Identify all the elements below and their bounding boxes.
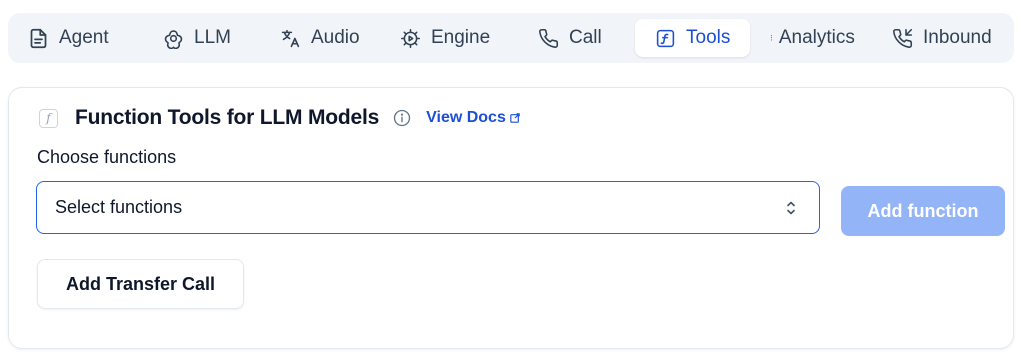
function-icon <box>656 29 675 47</box>
tab-label: Agent <box>59 27 109 48</box>
choose-functions-label: Choose functions <box>37 147 177 167</box>
engine-icon <box>400 28 421 48</box>
functions-select[interactable]: Select functions <box>36 181 820 234</box>
select-placeholder: Select functions <box>55 197 183 217</box>
add-function-button[interactable]: Add function <box>841 186 1005 236</box>
document-icon <box>30 28 47 48</box>
tab-label: LLM <box>194 27 231 48</box>
card-title: Function Tools for LLM Models <box>75 106 380 129</box>
tab-label: Engine <box>431 27 491 48</box>
function-icon: f <box>39 108 58 128</box>
external-link-icon <box>510 113 520 123</box>
phone-icon <box>539 28 559 48</box>
tab-engine[interactable]: Engine <box>400 19 490 57</box>
tab-audio[interactable]: Audio <box>280 19 360 57</box>
tab-call[interactable]: Call <box>538 19 602 57</box>
tab-bar: Agent LLM Audio Engine Call Tools ⁝ Anal… <box>8 13 1014 63</box>
function-tools-card: f Function Tools for LLM Models View Doc… <box>8 87 1014 349</box>
tab-label: Tools <box>686 27 731 48</box>
analytics-icon: ⁝ <box>770 32 773 43</box>
card-header: f Function Tools for LLM Models View Doc… <box>39 104 520 132</box>
tab-agent[interactable]: Agent <box>28 19 109 57</box>
tab-label: Analytics <box>778 27 855 48</box>
openai-icon <box>164 29 183 49</box>
tab-llm[interactable]: LLM <box>163 19 231 57</box>
translate-icon <box>281 29 300 47</box>
tab-tools[interactable]: Tools <box>635 19 751 57</box>
phone-incoming-icon <box>893 28 913 48</box>
chevron-up-down-icon <box>787 201 795 215</box>
add-transfer-call-button[interactable]: Add Transfer Call <box>37 259 244 309</box>
tab-label: Inbound <box>923 27 992 48</box>
tab-label: Audio <box>311 27 360 48</box>
view-docs-label: View Docs <box>426 109 506 126</box>
view-docs-link[interactable]: View Docs <box>426 109 520 127</box>
tab-inbound[interactable]: Inbound <box>892 19 992 57</box>
info-icon[interactable] <box>393 109 411 127</box>
tab-label: Call <box>569 27 602 48</box>
tab-analytics[interactable]: ⁝ Analytics <box>770 19 855 57</box>
